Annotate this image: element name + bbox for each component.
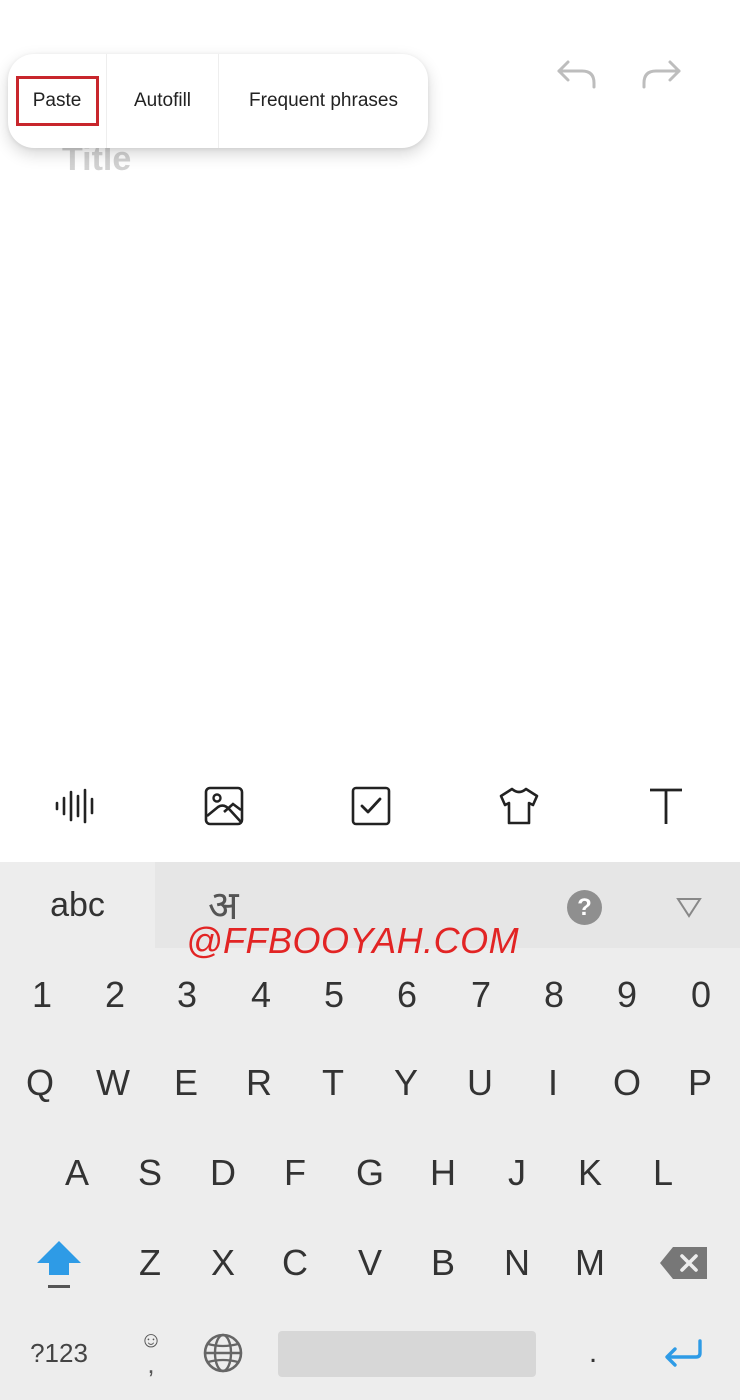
key-y[interactable]: Y — [369, 1038, 443, 1128]
globe-icon — [203, 1333, 243, 1373]
key-1[interactable]: 1 — [5, 950, 79, 1040]
key-k[interactable]: K — [553, 1128, 627, 1218]
letter-row-1: Q W E R T Y U I O P — [0, 1038, 740, 1128]
shift-arrow-icon — [37, 1241, 81, 1288]
enter-key[interactable] — [644, 1308, 724, 1398]
key-o[interactable]: O — [590, 1038, 664, 1128]
voice-input-icon — [55, 788, 94, 824]
help-icon[interactable]: ? — [567, 890, 602, 925]
key-r[interactable]: R — [222, 1038, 296, 1128]
key-l[interactable]: L — [626, 1128, 700, 1218]
key-4[interactable]: 4 — [224, 950, 298, 1040]
number-row: 1 2 3 4 5 6 7 8 9 0 — [0, 950, 740, 1040]
checkbox-icon — [351, 786, 391, 826]
key-d[interactable]: D — [186, 1128, 260, 1218]
letter-row-3: Z X C V B N M — [0, 1218, 740, 1308]
key-7[interactable]: 7 — [444, 950, 518, 1040]
key-p[interactable]: P — [663, 1038, 737, 1128]
backspace-key[interactable] — [644, 1218, 724, 1308]
key-8[interactable]: 8 — [517, 950, 591, 1040]
paste-highlight-box — [16, 76, 99, 126]
key-u[interactable]: U — [443, 1038, 517, 1128]
editor-toolbar — [0, 770, 740, 842]
text-format-button[interactable] — [638, 778, 694, 834]
key-f[interactable]: F — [258, 1128, 332, 1218]
emoji-key[interactable]: ☺ , — [114, 1308, 188, 1398]
period-key[interactable]: . — [556, 1308, 630, 1398]
undo-button[interactable] — [552, 52, 600, 96]
key-c[interactable]: C — [258, 1218, 332, 1308]
backspace-icon — [660, 1247, 707, 1279]
frequent-phrases-menu-item[interactable]: Frequent phrases — [218, 54, 428, 148]
redo-icon — [642, 60, 681, 89]
key-i[interactable]: I — [516, 1038, 590, 1128]
key-x[interactable]: X — [186, 1218, 260, 1308]
image-icon — [204, 786, 243, 826]
autofill-menu-item[interactable]: Autofill — [106, 54, 218, 148]
shift-key[interactable] — [22, 1218, 96, 1308]
key-9[interactable]: 9 — [590, 950, 664, 1040]
voice-input-button[interactable] — [48, 778, 104, 834]
frequent-phrases-label: Frequent phrases — [249, 90, 398, 111]
key-w[interactable]: W — [76, 1038, 150, 1128]
key-m[interactable]: M — [553, 1218, 627, 1308]
bottom-row: ?123 ☺ , . — [0, 1308, 740, 1398]
language-switch-key[interactable] — [186, 1308, 260, 1398]
key-q[interactable]: Q — [3, 1038, 77, 1128]
key-n[interactable]: N — [480, 1218, 554, 1308]
comma-label: , — [147, 1349, 155, 1379]
watermark-text: @FFBOOYAH.COM — [186, 920, 520, 961]
key-a[interactable]: A — [40, 1128, 114, 1218]
redo-button[interactable] — [638, 52, 686, 96]
key-b[interactable]: B — [406, 1218, 480, 1308]
undo-icon — [557, 60, 596, 89]
checkbox-button[interactable] — [343, 778, 399, 834]
key-0[interactable]: 0 — [664, 950, 738, 1040]
key-6[interactable]: 6 — [370, 950, 444, 1040]
key-s[interactable]: S — [113, 1128, 187, 1218]
image-button[interactable] — [196, 778, 252, 834]
key-t[interactable]: T — [296, 1038, 370, 1128]
key-3[interactable]: 3 — [150, 950, 224, 1040]
context-popup-menu: Paste Autofill Frequent phrases — [8, 54, 428, 148]
emoji-icon: ☺ — [139, 1327, 163, 1352]
language-abc-tab[interactable]: abc — [0, 862, 155, 948]
key-v[interactable]: V — [333, 1218, 407, 1308]
key-2[interactable]: 2 — [78, 950, 152, 1040]
key-j[interactable]: J — [480, 1128, 554, 1218]
text-format-icon — [650, 788, 682, 824]
shirt-icon — [499, 787, 538, 825]
key-h[interactable]: H — [406, 1128, 480, 1218]
symbols-key[interactable]: ?123 — [14, 1308, 104, 1398]
soft-keyboard: abc अ ? @FFBOOYAH.COM 1 2 3 4 5 6 7 8 9 … — [0, 862, 740, 1400]
enter-arrow-icon — [665, 1339, 702, 1367]
key-e[interactable]: E — [149, 1038, 223, 1128]
key-z[interactable]: Z — [113, 1218, 187, 1308]
key-5[interactable]: 5 — [297, 950, 371, 1040]
letter-row-2: A S D F G H J K L — [0, 1128, 740, 1218]
key-g[interactable]: G — [333, 1128, 407, 1218]
style-button[interactable] — [491, 778, 547, 834]
autofill-label: Autofill — [133, 90, 192, 111]
collapse-keyboard-icon[interactable] — [672, 892, 706, 922]
space-bar[interactable] — [278, 1331, 536, 1377]
